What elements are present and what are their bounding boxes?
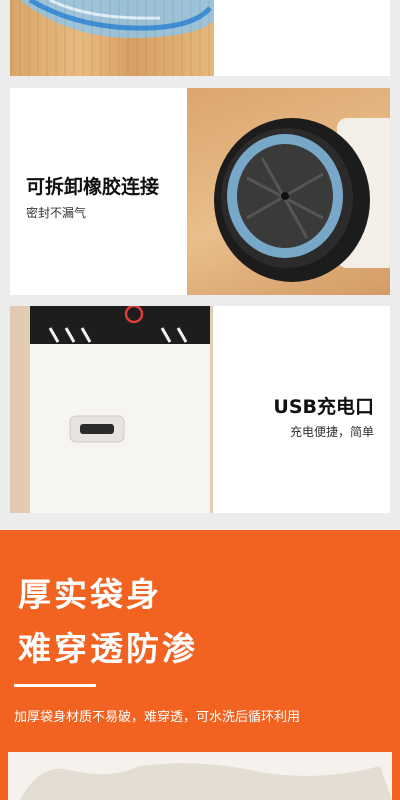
vacuum-bag-photo-card	[10, 0, 390, 76]
rubber-connector-card: 可拆卸橡胶连接 密封不漏气	[10, 88, 390, 295]
feature-title-connector: 可拆卸橡胶连接	[26, 176, 160, 198]
feature-subtitle-connector: 密封不漏气	[26, 206, 87, 220]
highlight-description: 加厚袋身材质不易破，难穿透，可水洗后循环利用	[14, 710, 301, 725]
highlight-line-1: 厚实袋身	[18, 575, 162, 614]
highlight-divider	[14, 684, 96, 687]
pump-body-illustration	[30, 306, 210, 513]
feature-title-usb: USB充电口	[273, 396, 374, 418]
vacuum-bag-illustration	[20, 0, 214, 39]
rubber-connector-photo	[187, 88, 390, 295]
vacuum-bag-photo	[10, 0, 214, 76]
feature-subtitle-usb: 充电便捷，简单	[289, 425, 374, 439]
highlight-line-2: 难穿透防渗	[18, 629, 198, 668]
usb-port-card: USB充电口 充电便捷，简单	[10, 306, 390, 513]
pump-nozzle-illustration	[214, 118, 390, 282]
usb-port-photo	[10, 306, 213, 513]
